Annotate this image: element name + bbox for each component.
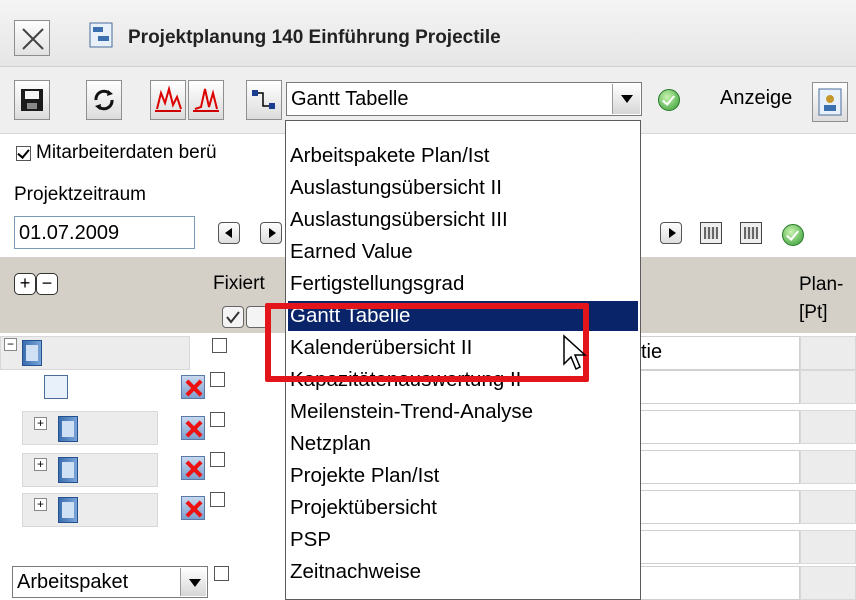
window-title: Projektplanung 140 Einführung Projectile	[128, 27, 501, 48]
delete-icon[interactable]	[181, 456, 205, 480]
person-card-icon	[818, 88, 842, 116]
project-doc-icon	[22, 340, 42, 366]
delete-icon[interactable]	[181, 416, 205, 440]
plan-header-line2: [Pt]	[799, 302, 828, 323]
fixiert-checkbox[interactable]	[214, 566, 229, 581]
start-date-value: 01.07.2009	[19, 222, 120, 244]
ok-icon-2[interactable]	[782, 224, 804, 246]
mouse-cursor-icon	[562, 334, 588, 377]
person-icon	[44, 375, 68, 399]
dropdown-option[interactable]: Fertigstellungsgrad	[288, 269, 638, 299]
plan-cell	[800, 490, 856, 524]
plan-cell	[800, 370, 856, 404]
project-doc-icon	[58, 416, 78, 442]
chevron-down-icon[interactable]	[612, 84, 640, 114]
next-period-button[interactable]	[260, 222, 282, 244]
close-button[interactable]	[14, 20, 50, 56]
expand-node-icon[interactable]: +	[34, 417, 47, 430]
anzeige-label: Anzeige	[720, 87, 793, 109]
view-select[interactable]: Gantt Tabelle	[286, 82, 642, 116]
text-cell[interactable]: tie	[640, 336, 800, 370]
plan-cell	[800, 336, 856, 370]
mitarbeiterdaten-checkbox[interactable]	[16, 146, 31, 161]
dropdown-option[interactable]: Earned Value	[288, 237, 638, 267]
text-cell[interactable]	[640, 370, 800, 404]
peak-chart-icon	[193, 88, 219, 112]
fixiert-checkbox[interactable]	[210, 492, 225, 507]
element-type-value: Arbeitspaket	[17, 571, 129, 593]
projektzeitraum-label: Projektzeitraum	[14, 184, 146, 205]
fixiert-header: Fixiert	[213, 273, 265, 294]
collapse-node-icon[interactable]: −	[4, 338, 17, 351]
floppy-disk-icon	[21, 89, 43, 111]
plan-cell	[800, 410, 856, 444]
save-button[interactable]	[14, 80, 50, 120]
project-doc-icon	[58, 457, 78, 483]
project-doc-icon	[58, 497, 78, 523]
dropdown-option[interactable]: Arbeitspakete Plan/Ist	[288, 141, 638, 171]
fixiert-checkbox[interactable]	[210, 372, 225, 387]
element-type-select[interactable]: Arbeitspaket	[12, 566, 208, 598]
window-icon	[89, 22, 113, 48]
chart-button-1[interactable]	[150, 80, 186, 120]
refresh-icon	[94, 89, 114, 111]
fixiert-checkbox[interactable]	[210, 452, 225, 467]
text-cell[interactable]	[640, 566, 800, 600]
highlight-frame	[265, 303, 589, 382]
dropdown-option[interactable]: Auslastungsübersicht III	[288, 205, 638, 235]
close-icon	[22, 28, 44, 50]
plan-cell	[800, 450, 856, 484]
calendar-icon-2[interactable]	[740, 222, 762, 244]
dropdown-option[interactable]: Zeitnachweise	[288, 557, 638, 587]
start-date-input[interactable]: 01.07.2009	[14, 216, 195, 249]
text-cell[interactable]	[640, 450, 800, 484]
chevron-down-icon[interactable]	[180, 568, 206, 596]
text-cell[interactable]	[640, 410, 800, 444]
ok-icon[interactable]	[658, 89, 680, 111]
next-end-button[interactable]	[660, 222, 682, 244]
refresh-button[interactable]	[86, 80, 122, 120]
check-all-icon[interactable]	[222, 306, 244, 328]
dropdown-option[interactable]: PSP	[288, 525, 638, 555]
row-text: tie	[641, 341, 663, 363]
dropdown-option[interactable]: Netzplan	[288, 429, 638, 459]
view-select-value: Gantt Tabelle	[291, 88, 409, 110]
delete-icon[interactable]	[181, 496, 205, 520]
mitarbeiterdaten-label: Mitarbeiterdaten berü	[36, 142, 217, 163]
network-plan-icon	[252, 90, 275, 109]
dropdown-option[interactable]: Projektübersicht	[288, 493, 638, 523]
plan-cell	[800, 530, 856, 564]
text-cell[interactable]	[640, 490, 800, 524]
dropdown-option[interactable]: Projekte Plan/Ist	[288, 461, 638, 491]
delete-icon[interactable]	[181, 375, 205, 399]
load-chart-icon	[155, 85, 182, 112]
expand-node-icon[interactable]: +	[34, 498, 47, 511]
expand-all-button[interactable]: +	[14, 273, 36, 295]
prev-period-button[interactable]	[218, 222, 240, 244]
text-cell[interactable]	[640, 530, 800, 564]
anzeige-button[interactable]	[812, 82, 848, 122]
chart-button-2[interactable]	[188, 80, 224, 120]
dropdown-option[interactable]: Meilenstein-Trend-Analyse	[288, 397, 638, 427]
plan-cell	[800, 566, 856, 600]
plan-header: Plan- [Pt]	[799, 271, 843, 327]
dropdown-option[interactable]: Auslastungsübersicht II	[288, 173, 638, 203]
collapse-all-button[interactable]: −	[36, 273, 58, 295]
expand-node-icon[interactable]: +	[34, 458, 47, 471]
fixiert-checkbox[interactable]	[212, 338, 227, 353]
network-button[interactable]	[246, 80, 282, 120]
fixiert-checkbox[interactable]	[210, 412, 225, 427]
plan-header-line1: Plan-	[799, 274, 844, 295]
calendar-icon[interactable]	[700, 222, 722, 244]
